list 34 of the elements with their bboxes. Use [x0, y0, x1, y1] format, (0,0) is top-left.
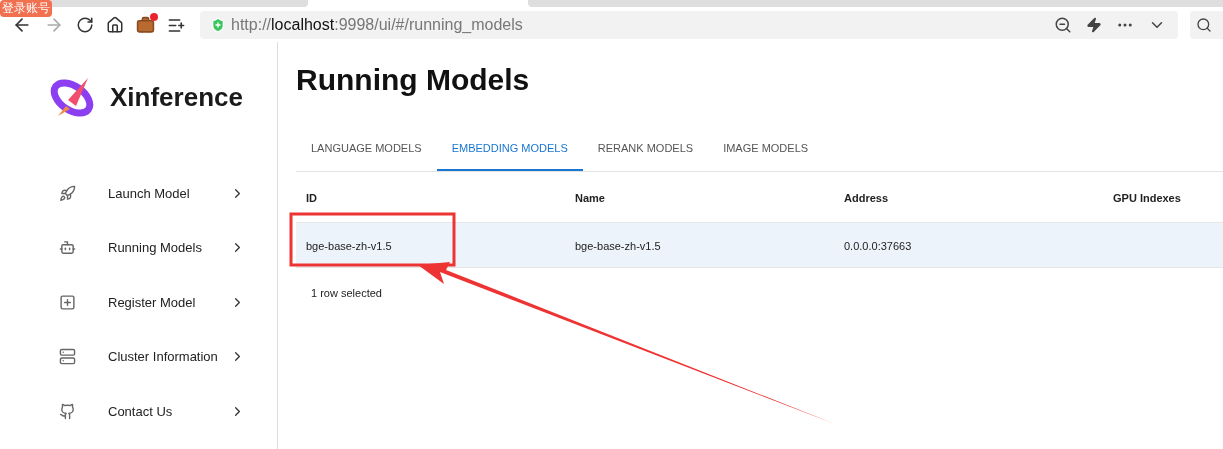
table-cell: bge-base-zh-v1.5 — [575, 240, 661, 252]
sidebar-item[interactable]: Register Model — [0, 275, 277, 330]
briefcase-icon[interactable] — [136, 15, 155, 35]
sidebar-item[interactable]: Cluster Information — [0, 329, 277, 384]
shield-icon — [210, 17, 226, 33]
column-header: Name — [575, 192, 605, 204]
search-box[interactable] — [1190, 11, 1223, 39]
table-cell: bge-base-zh-v1.5 — [306, 240, 392, 252]
sidebar-item[interactable]: Launch Model — [0, 166, 277, 221]
address-bar[interactable]: http://localhost:9998/ui/#/running_models — [200, 11, 1178, 39]
tab[interactable]: LANGUAGE MODELS — [296, 128, 437, 171]
column-header: ID — [306, 192, 317, 204]
server-icon — [59, 348, 76, 366]
table-row[interactable]: bge-base-zh-v1.5 bge-base-zh-v1.5 0.0.0.0:37663 — [296, 223, 1223, 268]
tab[interactable]: RERANK MODELS — [582, 128, 709, 171]
rocket-icon — [59, 184, 76, 202]
lightning-icon[interactable] — [1086, 17, 1102, 33]
robot-icon — [59, 239, 76, 257]
home-icon[interactable] — [106, 16, 124, 34]
search-icon — [1196, 17, 1212, 33]
column-header: GPU Indexes — [1113, 192, 1181, 204]
reload-icon[interactable] — [76, 16, 94, 34]
tab[interactable]: IMAGE MODELS — [708, 128, 824, 171]
page-title: Running Models — [296, 62, 530, 98]
plus-square-icon — [59, 293, 76, 311]
zoom-out-icon[interactable] — [1054, 16, 1072, 34]
selection-count: 1 row selected — [311, 286, 382, 301]
github-icon — [59, 402, 76, 420]
sidebar-item[interactable]: Contact Us — [0, 384, 277, 439]
table-cell: 0.0.0.0:37663 — [844, 240, 912, 252]
brand-name: Xinference — [110, 80, 243, 114]
column-header: Address — [844, 192, 889, 204]
tab[interactable]: EMBEDDING MODELS — [436, 128, 583, 171]
sidebar-item[interactable]: Running Models — [0, 220, 277, 275]
